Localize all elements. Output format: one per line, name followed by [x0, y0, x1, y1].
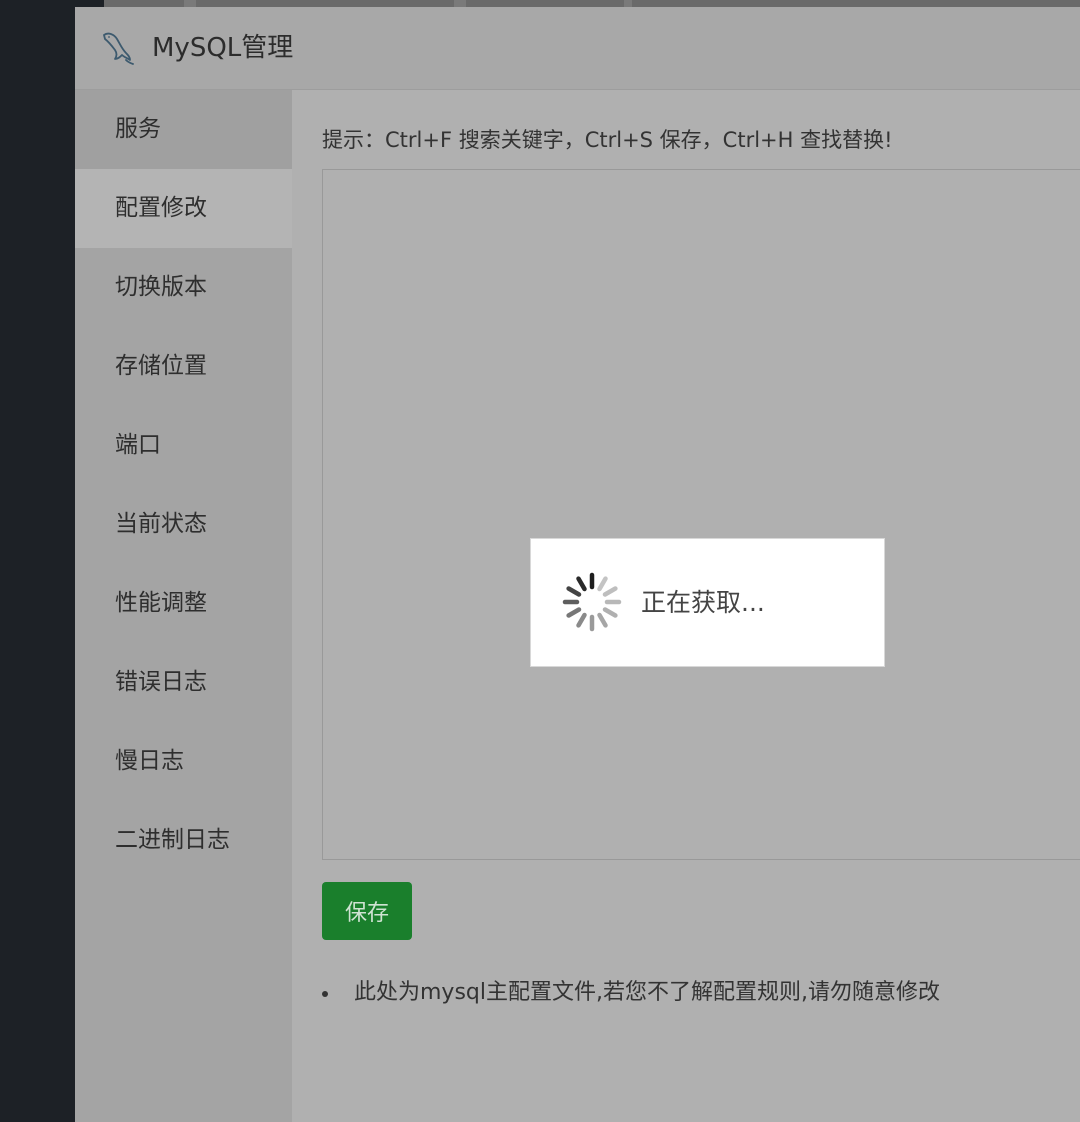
sidebar-menu: 服务 配置修改 切换版本 存储位置 端口 当前状态 性能调整 错误日志 慢日志 … — [75, 90, 292, 1122]
notes-list: 此处为mysql主配置文件,若您不了解配置规则,请勿随意修改 — [322, 978, 940, 1008]
sidebar-item-current-status[interactable]: 当前状态 — [75, 485, 292, 564]
sidebar-item-error-log[interactable]: 错误日志 — [75, 643, 292, 722]
sidebar-item-performance-tuning[interactable]: 性能调整 — [75, 564, 292, 643]
background-window-strip — [104, 0, 1080, 7]
save-button[interactable]: 保存 — [322, 882, 412, 940]
shortcut-tip: 提示：Ctrl+F 搜索关键字，Ctrl+S 保存，Ctrl+H 查找替换! — [322, 128, 893, 152]
sidebar-item-storage-location[interactable]: 存储位置 — [75, 327, 292, 406]
config-editor[interactable] — [322, 169, 1080, 860]
sidebar-item-binary-log[interactable]: 二进制日志 — [75, 801, 292, 880]
mysql-dolphin-icon — [100, 29, 136, 67]
sidebar-item-switch-version[interactable]: 切换版本 — [75, 248, 292, 327]
background-segment — [624, 0, 632, 7]
dialog-title: MySQL管理 — [152, 33, 294, 63]
sidebar-item-service[interactable]: 服务 — [75, 90, 292, 169]
loading-text: 正在获取... — [641, 588, 765, 617]
note-item: 此处为mysql主配置文件,若您不了解配置规则,请勿随意修改 — [322, 978, 940, 1008]
loading-dialog: 正在获取... — [530, 538, 885, 667]
dialog-header: MySQL管理 — [75, 7, 1080, 90]
spinner-icon — [561, 571, 623, 633]
sidebar-item-slow-log[interactable]: 慢日志 — [75, 722, 292, 801]
background-segment — [454, 0, 466, 7]
background-segment — [184, 0, 196, 7]
sidebar-item-config-edit[interactable]: 配置修改 — [75, 169, 292, 248]
sidebar-item-port[interactable]: 端口 — [75, 406, 292, 485]
